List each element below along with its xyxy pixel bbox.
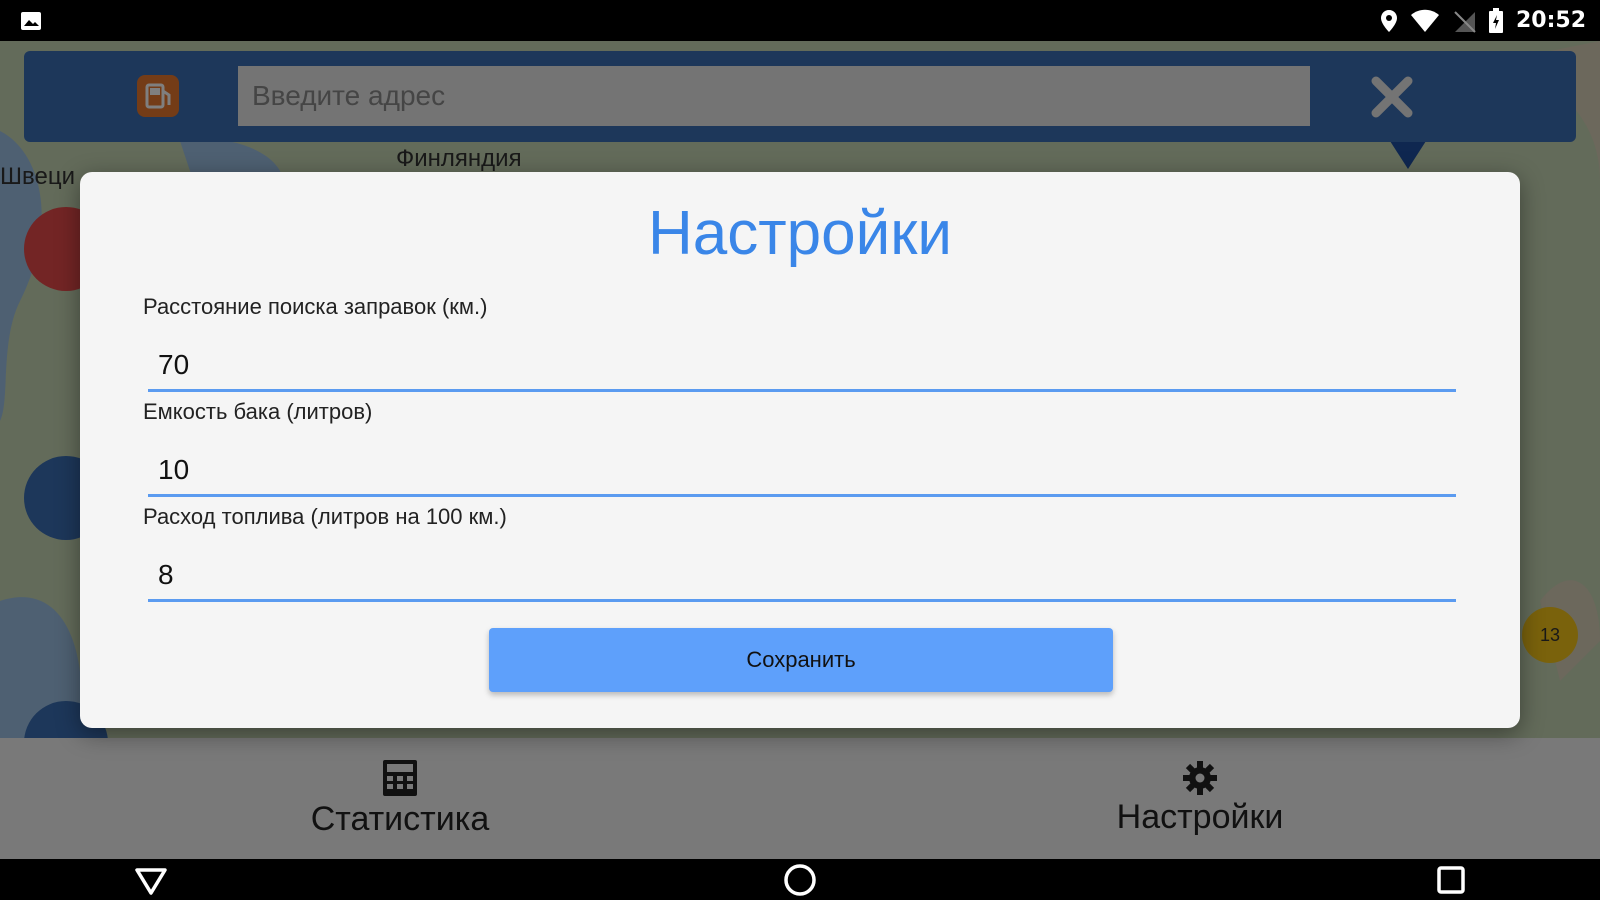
image-icon <box>21 12 41 30</box>
search-distance-label: Расстояние поиска заправок (км.) <box>143 294 488 319</box>
tank-capacity-label: Емкость бака (литров) <box>143 399 373 424</box>
back-icon[interactable] <box>134 866 168 896</box>
clock: 20:52 <box>1515 8 1586 33</box>
home-icon[interactable] <box>783 863 817 897</box>
fuel-consumption-label: Расход топлива (литров на 100 км.) <box>143 504 507 529</box>
location-icon <box>1380 9 1397 32</box>
no-sim-icon <box>1454 10 1476 33</box>
save-button[interactable]: Сохранить <box>489 628 1113 692</box>
dialog-title: Настройки <box>647 199 952 268</box>
settings-dialog: Настройки Расстояние поиска заправок (км… <box>80 172 1520 728</box>
search-distance-field[interactable] <box>148 340 1456 392</box>
status-bar: 20:52 <box>0 0 1600 41</box>
system-navigation-bar <box>0 859 1600 900</box>
battery-icon <box>1488 7 1503 33</box>
recents-icon[interactable] <box>1436 865 1466 895</box>
fuel-consumption-field[interactable] <box>148 550 1456 602</box>
wifi-icon <box>1410 9 1439 32</box>
tank-capacity-field[interactable] <box>148 445 1456 497</box>
